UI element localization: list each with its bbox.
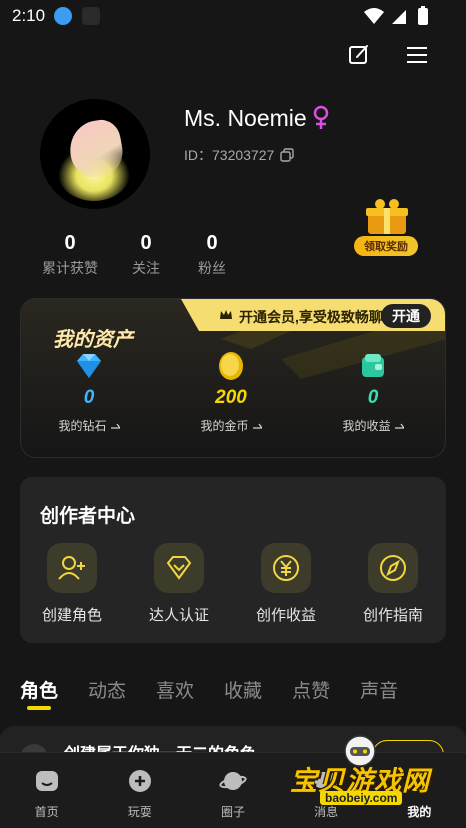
- copy-icon[interactable]: [280, 148, 294, 162]
- vip-promo-text: 开通会员,享受极致畅聊: [239, 309, 383, 325]
- nav-label: 我的: [407, 805, 432, 819]
- claim-reward-button[interactable]: 领取奖励: [348, 198, 428, 262]
- tab-posts[interactable]: 动态: [88, 676, 126, 716]
- tab-upvotes[interactable]: 点赞: [292, 676, 330, 716]
- play-icon: [128, 770, 151, 792]
- diamond-icon: [77, 354, 101, 378]
- profile-stats: 0 累计获赞 0 关注 0 粉丝: [36, 231, 236, 278]
- profile-tabs: 角色 动态 喜欢 收藏 点赞 声音: [20, 676, 428, 716]
- username: Ms. Noemie: [184, 104, 307, 131]
- creator-earnings-button[interactable]: 创作收益: [234, 543, 338, 625]
- add-user-icon: [47, 543, 97, 593]
- app-notification-icon: [82, 7, 100, 25]
- creator-item-label: 创作收益: [255, 607, 316, 624]
- planet-icon: [219, 772, 247, 790]
- creator-item-label: 创作指南: [362, 607, 423, 624]
- asset-label-text: 我的金币: [200, 419, 249, 433]
- vip-open-button[interactable]: 开通: [381, 304, 431, 328]
- nav-play[interactable]: 玩耍: [93, 753, 186, 828]
- stat-followers[interactable]: 0 粉丝: [188, 231, 236, 278]
- diamond-badge-icon: [154, 543, 204, 593]
- stat-value: 0: [206, 232, 218, 254]
- create-character-button[interactable]: 创建角色: [20, 543, 124, 625]
- stat-label: 粉丝: [198, 260, 226, 276]
- asset-label-text: 我的钻石: [58, 419, 107, 433]
- reward-label: 领取奖励: [354, 236, 418, 256]
- stat-likes[interactable]: 0 累计获赞: [36, 231, 104, 278]
- bottom-nav: 首页 玩耍 圈子 消息 我的: [0, 752, 466, 828]
- wallet-icon: [362, 354, 384, 377]
- download-icon: [54, 7, 72, 25]
- tab-characters[interactable]: 角色: [20, 676, 58, 716]
- nav-label: 圈子: [220, 805, 245, 819]
- gift-chest-icon: [366, 199, 408, 234]
- female-icon: [313, 105, 328, 129]
- active-tab-indicator: [27, 706, 51, 710]
- status-bar: 2:10: [0, 0, 466, 32]
- creator-item-label: 创建角色: [41, 607, 102, 624]
- nav-label: 玩耍: [127, 805, 152, 819]
- menu-icon[interactable]: [406, 45, 428, 65]
- crown-icon: [220, 310, 232, 319]
- asset-label-text: 我的收益: [342, 419, 391, 433]
- asset-label: 我的收益: [342, 417, 404, 434]
- asset-diamonds[interactable]: 0 我的钻石: [29, 351, 149, 434]
- creator-item-label: 达人认证: [148, 607, 209, 624]
- nav-messages[interactable]: 消息: [280, 753, 373, 828]
- edit-icon[interactable]: [348, 44, 370, 66]
- assets-title: 我的资产: [53, 329, 133, 351]
- profile-icon: [408, 771, 431, 791]
- compass-icon: [368, 543, 418, 593]
- tab-favorites[interactable]: 收藏: [224, 676, 262, 716]
- assets-card: 开通会员,享受极致畅聊 开通 我的资产 0 我的钻石 200 我的金币 0 我的…: [20, 298, 446, 458]
- earnings-value: 0: [367, 387, 379, 408]
- diamond-count: 0: [83, 387, 95, 408]
- nav-home[interactable]: 首页: [0, 753, 93, 828]
- arrow-icon: [252, 423, 262, 429]
- asset-label: 我的金币: [200, 417, 262, 434]
- creator-center-card: 创作者中心 创建角色 达人认证 创作收益 创作指南: [20, 477, 446, 643]
- coin-icon: [219, 352, 243, 380]
- avatar[interactable]: [40, 99, 150, 209]
- message-icon: [315, 772, 338, 793]
- user-id: ID：73203727: [184, 147, 275, 163]
- creator-guide-button[interactable]: 创作指南: [341, 543, 445, 625]
- stat-label: 关注: [132, 260, 160, 276]
- nav-label: 首页: [34, 805, 59, 819]
- expert-verification-button[interactable]: 达人认证: [127, 543, 231, 625]
- user-id-row: ID：73203727: [184, 145, 294, 165]
- asset-earnings[interactable]: 0 我的收益: [313, 351, 433, 434]
- arrow-icon: [394, 423, 404, 429]
- home-icon: [35, 771, 58, 791]
- coin-count: 200: [215, 387, 247, 408]
- top-actions: [336, 42, 436, 68]
- asset-coins[interactable]: 200 我的金币: [171, 351, 291, 434]
- nav-circle[interactable]: 圈子: [186, 753, 279, 828]
- arrow-icon: [110, 423, 120, 429]
- nav-label: 消息: [314, 805, 339, 819]
- stat-value: 0: [140, 232, 152, 254]
- nav-me[interactable]: 我的: [373, 753, 466, 828]
- status-time: 2:10: [12, 6, 46, 25]
- tab-likes[interactable]: 喜欢: [156, 676, 194, 716]
- signal-battery-icons: [364, 6, 428, 25]
- stat-label: 累计获赞: [42, 260, 98, 276]
- asset-label: 我的钻石: [58, 417, 120, 434]
- stat-following[interactable]: 0 关注: [110, 231, 182, 278]
- stat-value: 0: [64, 232, 76, 254]
- creator-center-title: 创作者中心: [40, 506, 136, 527]
- tab-voices[interactable]: 声音: [360, 676, 398, 716]
- yen-icon: [261, 543, 311, 593]
- username-row: Ms. Noemie: [184, 102, 331, 134]
